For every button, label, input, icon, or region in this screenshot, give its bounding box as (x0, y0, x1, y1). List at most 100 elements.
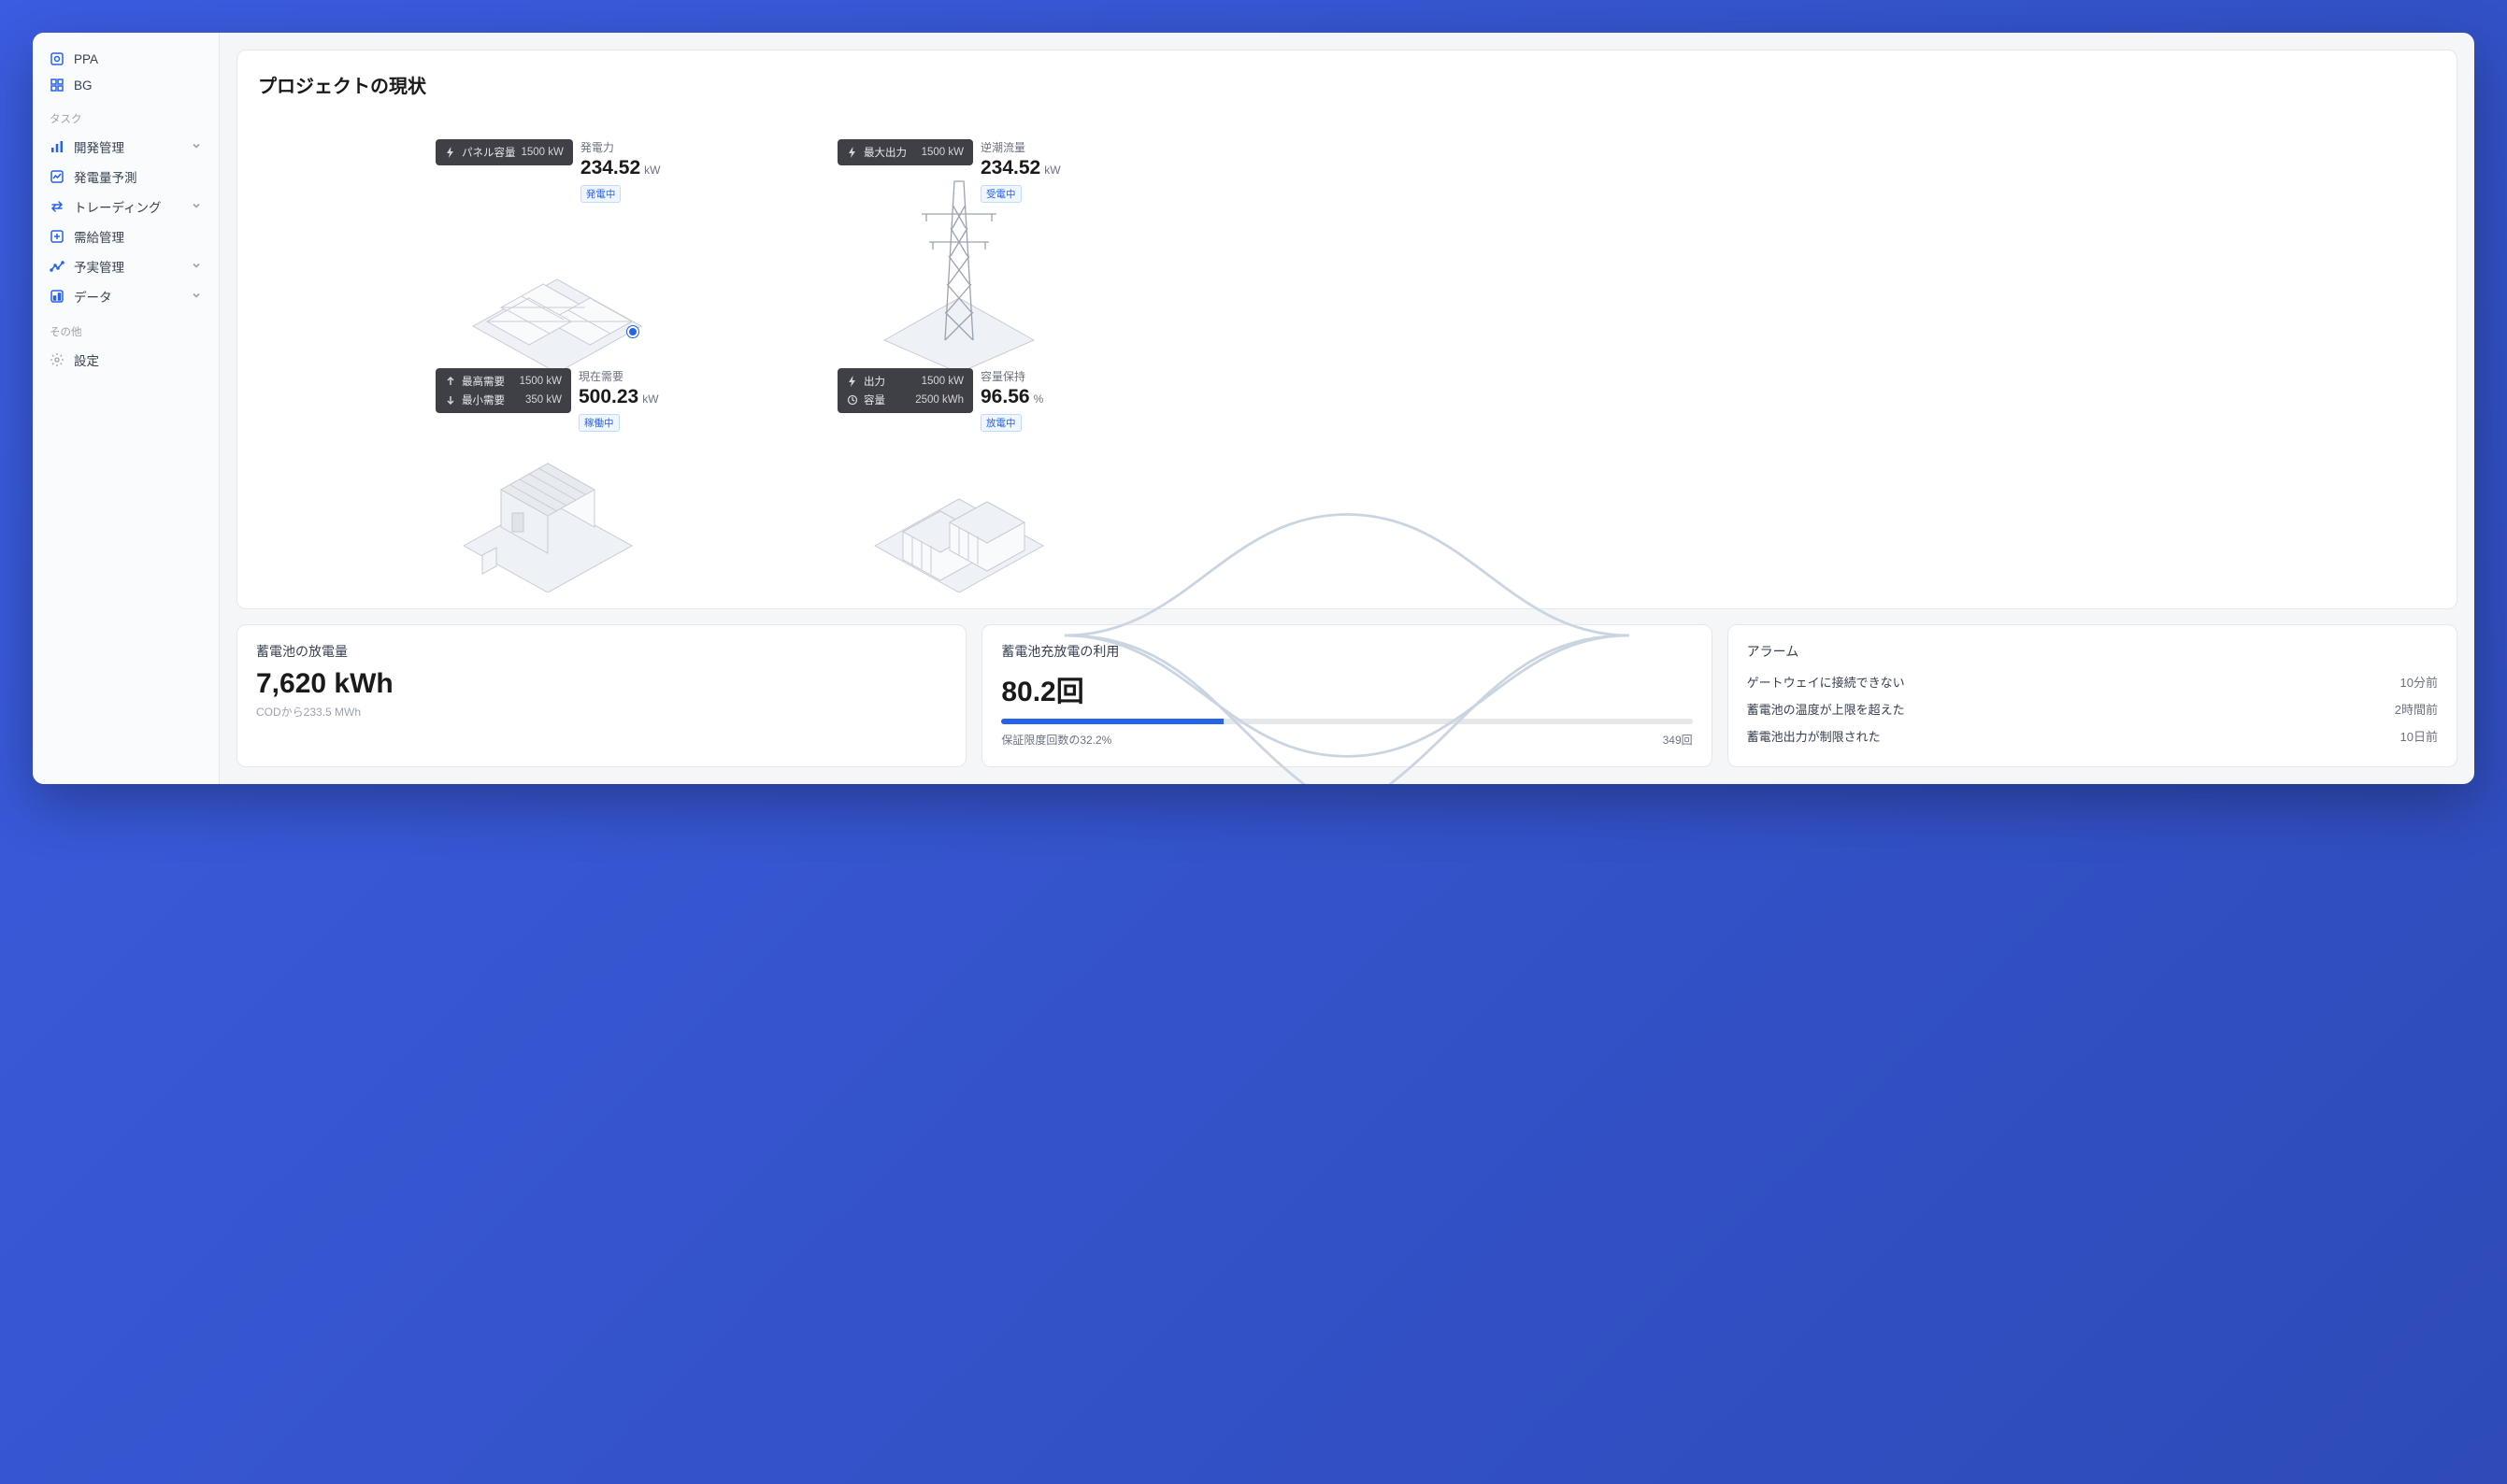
sidebar-item-label: PPA (74, 52, 98, 66)
bolt-icon (445, 147, 456, 158)
sidebar-group-tasks: タスク (33, 98, 219, 132)
sidebar-item-supply-demand[interactable]: 需給管理 (33, 221, 219, 251)
bars-icon (50, 139, 64, 154)
sidebar-item-trading[interactable]: トレーディング (33, 192, 219, 221)
swap-icon (50, 199, 64, 214)
sidebar-item-settings[interactable]: 設定 (33, 345, 219, 375)
chevron-down-icon (191, 260, 202, 274)
panel-infobox: パネル容量 1500 kW (436, 139, 573, 165)
gear-icon (50, 352, 64, 367)
usage-value: 80.2回 (1001, 668, 1692, 709)
chevron-down-icon (191, 140, 202, 154)
sidebar-item-forecast[interactable]: 発電量予測 (33, 162, 219, 192)
card-subtitle: 蓄電池充放電の利用 (1001, 642, 1692, 661)
stat-unit: % (1034, 392, 1044, 406)
card-subtitle: 蓄電池の放電量 (256, 642, 947, 661)
flow-indicator-dot (627, 326, 638, 337)
stat-label: 容量保持 (981, 368, 1043, 384)
house-stat: 現在需要 500.23 kW 稼働中 (579, 368, 659, 432)
alarm-msg: ゲートウェイに接続できない (1747, 673, 1905, 691)
sidebar-item-label: 発電量予測 (74, 167, 137, 186)
stat-unit: kW (644, 164, 660, 177)
bolt-icon (847, 376, 858, 387)
stat-unit: kW (642, 392, 658, 406)
stat-value: 96.56 (981, 386, 1030, 408)
panel-stat: 発電力 234.52 kW 発電中 (580, 139, 661, 203)
stat-label: 発電力 (580, 139, 661, 155)
usage-count-text: 349回 (1663, 732, 1693, 748)
info-label: 最小需要 (462, 392, 505, 407)
sidebar-item-label: 需給管理 (74, 227, 124, 246)
status-diagram: パネル容量 1500 kW 発電力 234.52 kW 発電中 (258, 111, 2436, 588)
alarm-row[interactable]: 蓄電池の温度が上限を超えた 2時間前 (1747, 695, 2438, 722)
chevron-down-icon (191, 290, 202, 304)
grid-icon (50, 78, 64, 93)
discharge-subtext: CODから233.5 MWh (256, 704, 947, 720)
tower-illustration (856, 163, 1062, 378)
info-label: 最高需要 (462, 374, 505, 389)
sidebar-item-bg[interactable]: BG (33, 72, 219, 98)
node-battery: 出力 1500 kW 容量 2500 kWh 容量保持 96.56% 放電中 (838, 368, 1043, 432)
alarm-row[interactable]: ゲートウェイに接続できない 10分前 (1747, 668, 2438, 695)
sidebar-item-label: BG (74, 78, 93, 93)
sidebar-item-data[interactable]: データ (33, 281, 219, 311)
chart-line-icon (50, 169, 64, 184)
stat-label: 現在需要 (579, 368, 659, 384)
sidebar-item-label: 予実管理 (74, 257, 124, 276)
info-label: 容量 (864, 392, 885, 407)
alarm-time: 10分前 (2400, 673, 2438, 691)
sidebar-item-dev-manage[interactable]: 開発管理 (33, 132, 219, 162)
card-subtitle: アラーム (1747, 642, 2438, 661)
main-content: プロジェクトの現状 パネル容量 1500 kW (220, 33, 2474, 784)
house-infobox: 最高需要 1500 kW 最小需要 350 kW (436, 368, 571, 413)
status-badge: 稼働中 (579, 414, 620, 432)
battery-infobox: 出力 1500 kW 容量 2500 kWh (838, 368, 973, 413)
alarm-time: 10日前 (2400, 727, 2438, 745)
info-label: パネル容量 (462, 145, 516, 160)
alarm-msg: 蓄電池の温度が上限を超えた (1747, 700, 1905, 718)
tower-infobox: 最大出力 1500 kW (838, 139, 973, 165)
sidebar-item-ppa[interactable]: PPA (33, 46, 219, 72)
progress-bar (1001, 719, 1224, 724)
sidebar-group-other: その他 (33, 311, 219, 345)
info-label: 出力 (864, 374, 885, 389)
usage-progress (1001, 719, 1692, 724)
sidebar-item-label: トレーディング (74, 197, 162, 216)
bottom-row: 蓄電池の放電量 7,620 kWh CODから233.5 MWh 蓄電池充放電の… (236, 624, 2457, 767)
info-value: 1500 kW (522, 147, 564, 158)
capacity-icon (847, 394, 858, 406)
battery-illustration (856, 434, 1062, 592)
discharge-value: 7,620 kWh (256, 668, 947, 700)
sidebar-item-label: 設定 (74, 350, 99, 369)
alarm-row[interactable]: 蓄電池出力が制限された 10日前 (1747, 722, 2438, 749)
card-title: プロジェクトの現状 (258, 71, 2436, 98)
info-value: 1500 kW (520, 376, 562, 387)
status-badge: 発電中 (580, 185, 622, 203)
balance-icon (50, 229, 64, 244)
alarm-msg: 蓄電池出力が制限された (1747, 727, 1881, 745)
database-icon (50, 289, 64, 304)
info-value: 350 kW (525, 394, 562, 406)
project-status-card: プロジェクトの現状 パネル容量 1500 kW (236, 50, 2457, 609)
stat-label: 逆潮流量 (981, 139, 1061, 155)
solar-panel-illustration (454, 214, 660, 373)
alarm-time: 2時間前 (2395, 700, 2438, 718)
stat-value: 500.23 (579, 386, 638, 408)
sidebar-item-plan-actual[interactable]: 予実管理 (33, 251, 219, 281)
info-label: 最大出力 (864, 145, 907, 160)
stat-value: 234.52 (580, 157, 640, 179)
node-solar-panel: パネル容量 1500 kW 発電力 234.52 kW 発電中 (436, 139, 660, 203)
chevron-down-icon (191, 200, 202, 214)
trend-icon (50, 259, 64, 274)
arrow-down-icon (445, 394, 456, 406)
info-value: 1500 kW (922, 376, 964, 387)
usage-card: 蓄電池充放電の利用 80.2回 保証限度回数の32.2% 349回 (981, 624, 1712, 767)
sidebar-item-label: 開発管理 (74, 137, 124, 156)
bolt-icon (847, 147, 858, 158)
alarms-card: アラーム ゲートウェイに接続できない 10分前 蓄電池の温度が上限を超えた 2時… (1727, 624, 2457, 767)
sidebar: PPA BG タスク 開発管理 発電量予測 トレーディング (33, 33, 220, 784)
sidebar-item-label: データ (74, 287, 112, 306)
info-value: 2500 kWh (915, 394, 964, 406)
discharge-card: 蓄電池の放電量 7,620 kWh CODから233.5 MWh (236, 624, 967, 767)
info-value: 1500 kW (922, 147, 964, 158)
